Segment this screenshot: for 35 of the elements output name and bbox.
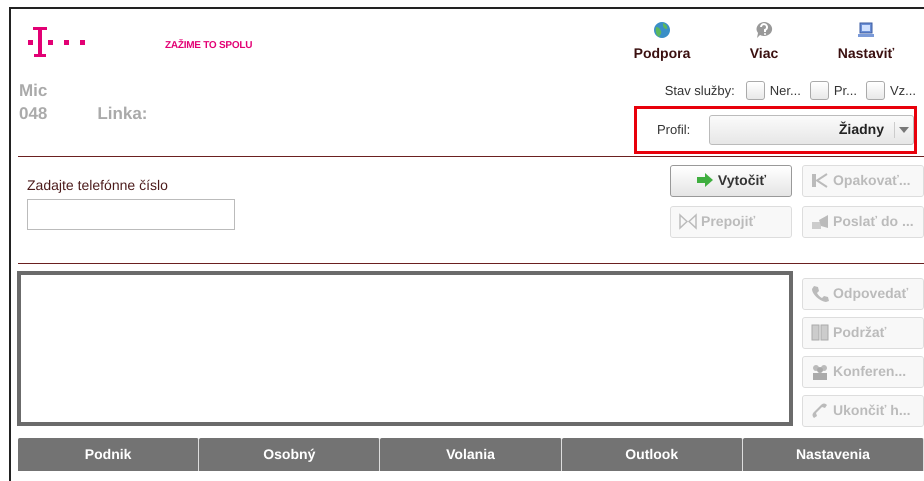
tab[interactable]: Nastavenia <box>742 438 924 470</box>
phone-number: 048 <box>19 103 48 125</box>
profile-label: Profil: <box>657 120 692 139</box>
caret-icon <box>899 126 909 132</box>
nav-link[interactable]: Viac <box>750 43 778 64</box>
status-option-label: Pr... <box>834 82 857 100</box>
globe-icon[interactable] <box>653 21 671 39</box>
phone-icon <box>811 285 829 302</box>
people-icon <box>811 363 829 380</box>
nav-link[interactable]: Nastaviť <box>838 43 894 64</box>
line-label: Linka: <box>97 103 148 125</box>
tab[interactable]: Osobný <box>199 438 380 470</box>
tab[interactable]: Volania <box>380 438 562 470</box>
pause-icon <box>811 324 829 341</box>
user-name: Mic <box>19 80 48 102</box>
profile-dropdown[interactable]: Žiadny <box>709 114 914 144</box>
service-status-label: Stav služby: <box>664 82 735 100</box>
dial-button[interactable]: Vytočiť <box>670 164 792 196</box>
phone-number-field[interactable] <box>27 198 235 230</box>
tab[interactable]: Podnik <box>18 438 200 470</box>
status-option-label: Vz... <box>890 82 916 100</box>
phone-number-label: Zadajte telefónne číslo <box>27 176 168 195</box>
status-checkbox[interactable] <box>810 81 829 100</box>
tagline: ZAŽIME TO SPOLU <box>165 38 252 53</box>
nav-link[interactable]: Podpora <box>634 43 690 64</box>
status-checkbox[interactable] <box>746 81 765 100</box>
computer-icon[interactable] <box>857 21 875 39</box>
arrow-icon <box>696 172 714 189</box>
bowtie-icon <box>679 213 697 230</box>
skip-back-icon <box>811 172 829 189</box>
help-icon[interactable] <box>755 21 773 39</box>
phone-icon <box>811 402 829 419</box>
status-option-label: Ner... <box>770 82 801 100</box>
status-checkbox[interactable] <box>866 81 885 100</box>
tab[interactable]: Outlook <box>562 438 743 470</box>
